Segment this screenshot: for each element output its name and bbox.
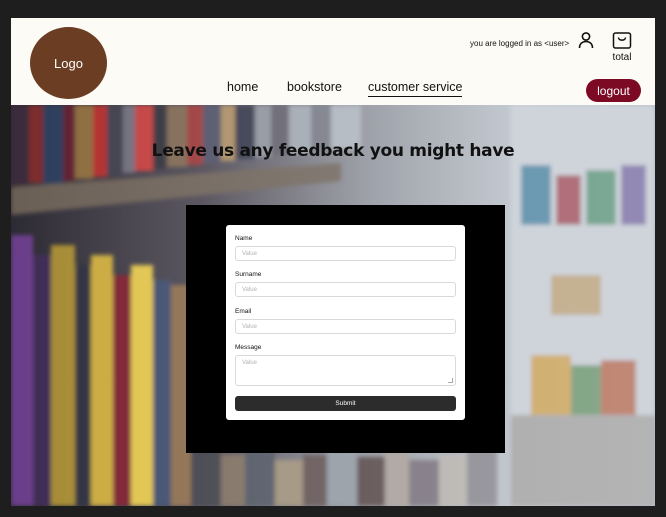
- name-label: Name: [235, 235, 253, 242]
- nav-customer-service[interactable]: customer service: [368, 80, 463, 97]
- site-header: Logo you are logged in as <user> total h…: [11, 18, 655, 105]
- surname-placeholder: Value: [242, 287, 257, 293]
- email-placeholder: Value: [242, 324, 257, 330]
- surname-label: Surname: [235, 271, 262, 278]
- cart[interactable]: total: [610, 29, 634, 63]
- resize-handle-icon[interactable]: [448, 378, 453, 383]
- surname-input[interactable]: Value: [235, 282, 456, 297]
- cart-total-label: total: [612, 52, 632, 63]
- message-label: Message: [235, 344, 262, 351]
- message-textarea[interactable]: Value: [235, 355, 456, 386]
- email-input[interactable]: Value: [235, 319, 456, 334]
- feedback-form: Name Value Surname Value Email Value Mes…: [226, 225, 465, 420]
- page-frame: Logo you are logged in as <user> total h…: [11, 18, 655, 506]
- submit-button[interactable]: Submit: [235, 396, 456, 411]
- nav-home[interactable]: home: [227, 80, 258, 94]
- logo-text: Logo: [54, 55, 83, 71]
- name-placeholder: Value: [242, 251, 257, 257]
- logged-in-note: you are logged in as <user>: [470, 39, 570, 48]
- email-label: Email: [235, 308, 252, 315]
- message-placeholder: Value: [242, 360, 257, 366]
- name-input[interactable]: Value: [235, 246, 456, 261]
- page-title: Leave us any feedback you might have: [151, 141, 515, 161]
- shopping-bag-icon: [612, 32, 632, 49]
- user-icon[interactable]: [577, 31, 595, 49]
- logout-button[interactable]: logout: [586, 79, 641, 102]
- nav-bookstore[interactable]: bookstore: [287, 80, 342, 94]
- hero-section: Leave us any feedback you might have Nam…: [11, 105, 655, 506]
- logo[interactable]: Logo: [30, 27, 107, 99]
